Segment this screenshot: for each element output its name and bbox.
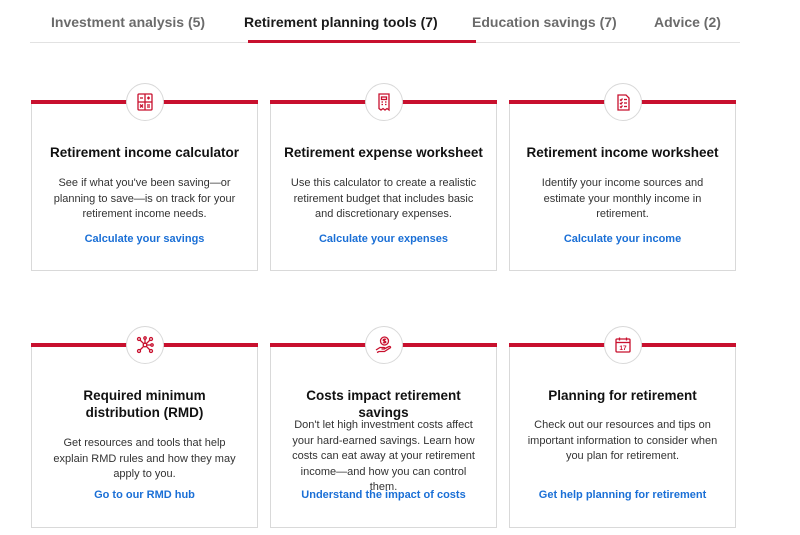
network-icon xyxy=(125,326,164,364)
card-planning-for-retirement: 17 Planning for retirement Check out our… xyxy=(509,326,736,528)
tab-education-savings[interactable]: Education savings (7) xyxy=(472,14,617,30)
card-description: See if what you've been saving—or planni… xyxy=(53,177,236,220)
card-title: Retirement expense worksheet xyxy=(284,145,483,160)
calculate-expenses-link[interactable]: Calculate your expenses xyxy=(279,233,488,245)
card-title: Retirement income calculator xyxy=(49,145,240,160)
calculate-income-link[interactable]: Calculate your income xyxy=(518,233,727,245)
card-title: Required minimum distribution (RMD) xyxy=(83,388,206,420)
calendar-icon: 17 xyxy=(603,326,642,364)
impact-of-costs-link[interactable]: Understand the impact of costs xyxy=(279,489,488,501)
card-costs-impact-retirement-savings: Costs impact retirement savings Don't le… xyxy=(270,326,497,528)
card-description: Use this calculator to create a realisti… xyxy=(290,177,477,220)
tab-bar: Investment analysis (5) Retirement plann… xyxy=(30,0,740,43)
expense-worksheet-icon xyxy=(364,83,403,121)
rmd-hub-link[interactable]: Go to our RMD hub xyxy=(40,489,249,501)
card-description: Get resources and tools that help explai… xyxy=(53,437,236,480)
active-tab-indicator xyxy=(248,40,476,43)
calculator-icon xyxy=(125,83,164,121)
card-retirement-income-worksheet: Retirement income worksheet Identify you… xyxy=(509,83,736,271)
card-description: Identify your income sources and estimat… xyxy=(541,177,704,220)
checklist-icon xyxy=(603,83,642,121)
card-description: Don't let high investment costs affect y… xyxy=(292,419,475,493)
tab-retirement-planning-tools[interactable]: Retirement planning tools (7) xyxy=(244,14,438,30)
card-required-minimum-distribution: Required minimum distribution (RMD) Get … xyxy=(31,326,258,528)
card-title: Planning for retirement xyxy=(548,388,697,403)
dollar-hand-icon xyxy=(364,326,403,364)
card-retirement-expense-worksheet: Retirement expense worksheet Use this ca… xyxy=(270,83,497,271)
calculate-savings-link[interactable]: Calculate your savings xyxy=(40,233,249,245)
tab-investment-analysis[interactable]: Investment analysis (5) xyxy=(51,14,205,30)
planning-help-link[interactable]: Get help planning for retirement xyxy=(518,489,727,501)
svg-text:17: 17 xyxy=(619,345,627,352)
card-title: Costs impact retirement savings xyxy=(306,388,461,420)
tab-advice[interactable]: Advice (2) xyxy=(654,14,721,30)
card-title: Retirement income worksheet xyxy=(526,145,719,160)
card-retirement-income-calculator: Retirement income calculator See if what… xyxy=(31,83,258,271)
card-description: Check out our resources and tips on impo… xyxy=(527,419,718,462)
